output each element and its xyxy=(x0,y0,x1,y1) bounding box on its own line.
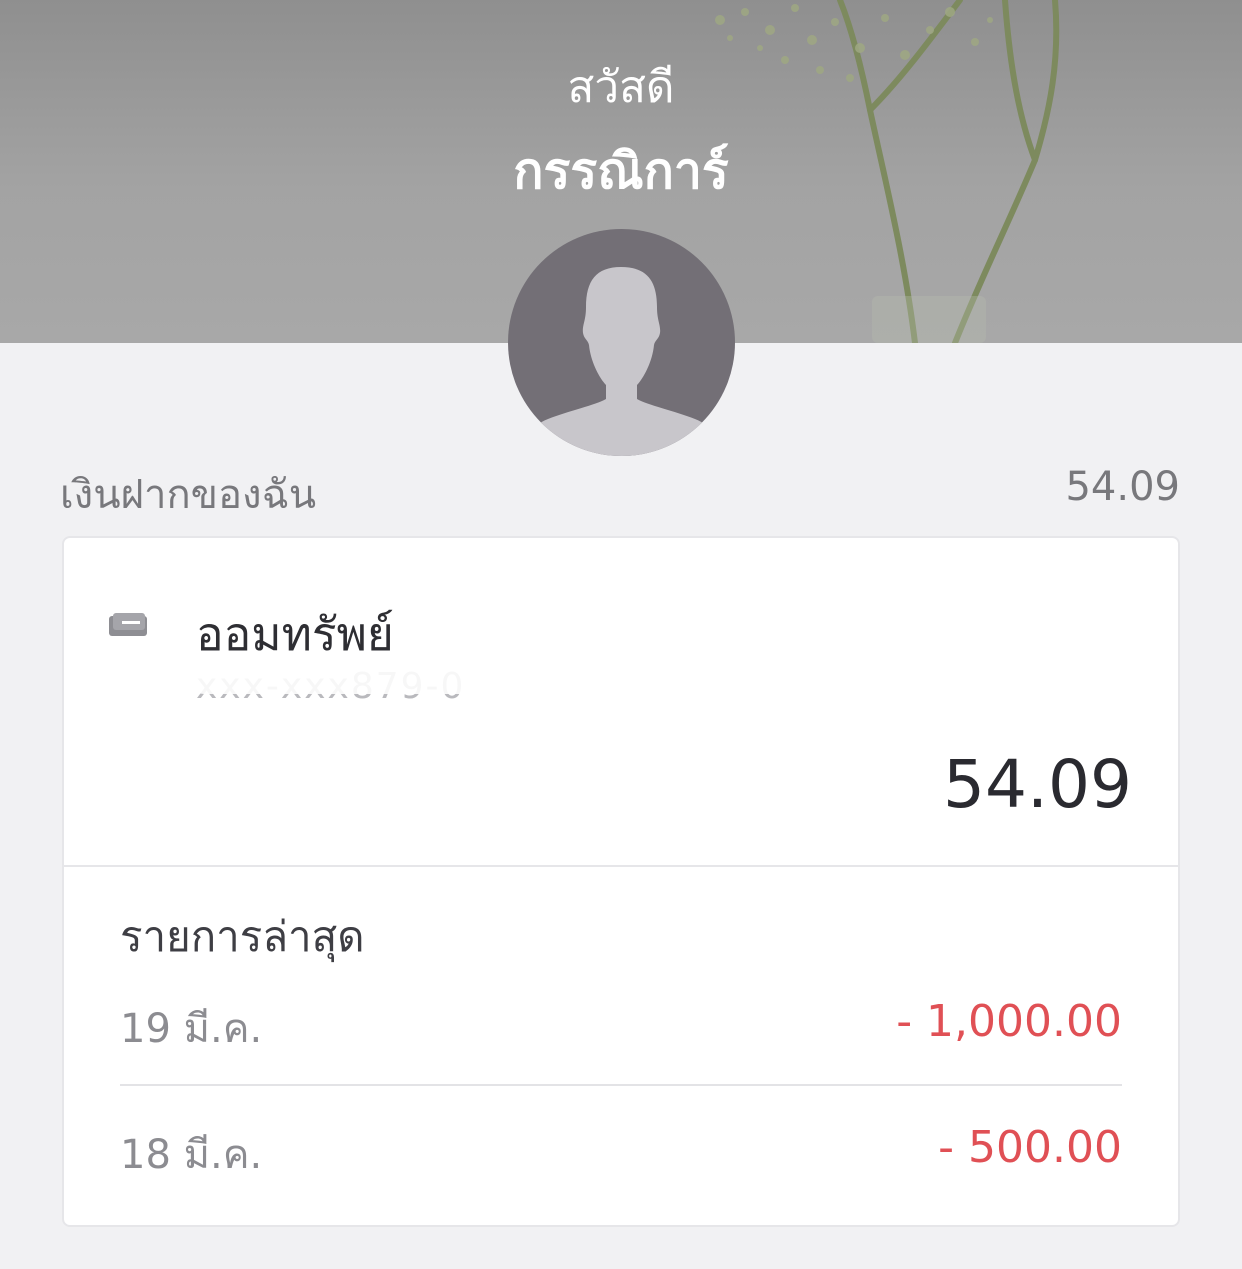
transaction-amount: - 1,000.00 xyxy=(896,996,1122,1047)
transaction-row[interactable]: 18 มี.ค. - 500.00 xyxy=(120,1122,1122,1182)
user-silhouette-icon xyxy=(516,267,727,456)
deposits-label: เงินฝากของฉัน xyxy=(60,472,317,518)
savings-account-card[interactable]: ออมทรัพย์ xxx-xxx879-0 54.09 รายการล่าสุ… xyxy=(62,536,1180,1227)
transaction-date: 19 มี.ค. xyxy=(120,1006,263,1052)
divider xyxy=(64,865,1178,867)
card-icon xyxy=(109,613,147,636)
transaction-amount: - 500.00 xyxy=(938,1122,1122,1173)
transaction-row[interactable]: 19 มี.ค. - 1,000.00 xyxy=(120,996,1122,1056)
transaction-date: 18 มี.ค. xyxy=(120,1132,263,1178)
divider xyxy=(120,1084,1122,1086)
account-overview-screen: สวัสดี กรรณิการ์ เงินฝากของฉัน 54.09 ออม… xyxy=(0,0,1242,1269)
account-number-redaction xyxy=(184,654,520,694)
deposits-total: 54.09 xyxy=(1065,464,1180,510)
recent-transactions-title: รายการล่าสุด xyxy=(120,912,365,961)
user-name: กรรณิการ์ xyxy=(513,142,729,200)
account-balance: 54.09 xyxy=(943,746,1132,823)
greeting-text: สวัสดี xyxy=(567,62,675,113)
avatar[interactable] xyxy=(508,229,735,456)
